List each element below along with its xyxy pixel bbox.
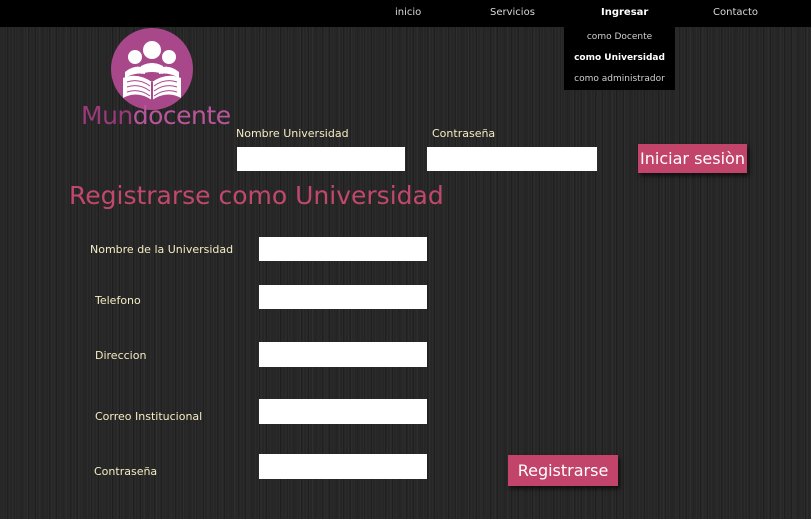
dropdown-item-administrador[interactable]: como administrador [564, 74, 675, 84]
register-password-label: Contraseña [94, 465, 158, 478]
register-address-label: Direccion [95, 349, 147, 362]
register-password-input[interactable] [259, 454, 427, 479]
register-submit-button[interactable]: Registrarse [508, 455, 618, 486]
register-address-input[interactable] [259, 342, 427, 367]
register-university-name-label: Nombre de la Universidad [90, 243, 234, 256]
dropdown-item-universidad[interactable]: como Universidad [564, 53, 675, 63]
register-phone-input[interactable] [259, 285, 427, 309]
register-title: Registrarse como Universidad [69, 181, 444, 210]
people-book-icon [123, 41, 181, 100]
login-password-input[interactable] [427, 147, 597, 171]
dropdown-item-docente[interactable]: como Docente [564, 32, 675, 42]
ingresar-dropdown-menu: como Docente como Universidad como admin… [564, 27, 675, 90]
logo-text-mun: Mun [81, 101, 133, 130]
register-university-name-input[interactable] [259, 237, 427, 261]
login-submit-button[interactable]: Iniciar sesiòn [638, 144, 747, 173]
nav-servicios[interactable]: Servicios [490, 7, 535, 18]
register-email-label: Correo Institucional [95, 410, 203, 423]
logo-wordmark: Mundocente [81, 101, 231, 130]
login-password-label: Contraseña [432, 127, 496, 140]
logo-icon [111, 28, 193, 110]
nav-contacto[interactable]: Contacto [713, 7, 758, 18]
nav-ingresar[interactable]: Ingresar [601, 7, 648, 18]
register-phone-label: Telefono [95, 294, 141, 307]
register-email-input[interactable] [259, 399, 427, 424]
top-navbar: inicio Servicios Ingresar Contacto [0, 0, 811, 27]
nav-inicio[interactable]: inicio [395, 7, 421, 18]
logo-text-docente: docente [132, 101, 231, 130]
login-university-input[interactable] [237, 147, 405, 171]
login-university-label: Nombre Universidad [236, 127, 349, 140]
